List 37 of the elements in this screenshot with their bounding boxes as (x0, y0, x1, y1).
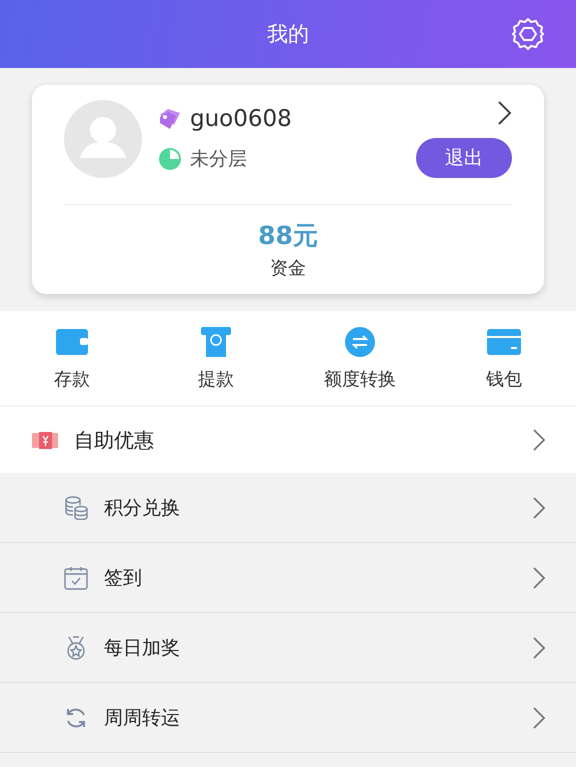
logout-button[interactable]: 退出 (416, 138, 512, 178)
refresh-icon (64, 706, 88, 730)
balance-label: 资金 (270, 257, 306, 280)
menu-label: 自助优惠 (74, 426, 155, 454)
submenu-item[interactable]: 积分兑换 (0, 473, 576, 543)
quick-action-button[interactable]: 存款 (0, 327, 144, 391)
card-icon (487, 327, 521, 357)
calendar-check-icon (64, 566, 88, 590)
pie-chart-icon (158, 147, 182, 171)
quick-action-button[interactable]: 钱包 (432, 327, 576, 391)
coupon-icon (32, 430, 58, 450)
settings-icon[interactable] (510, 16, 546, 52)
swap-icon (345, 327, 375, 357)
chevron-right-icon (532, 496, 546, 520)
chevron-right-icon (532, 566, 546, 590)
chevron-right-icon[interactable] (496, 100, 512, 126)
chevron-right-icon (532, 428, 546, 452)
submenu-item[interactable]: 周周转运 (0, 683, 576, 753)
submenu-label: 积分兑换 (104, 496, 181, 520)
chevron-right-icon (532, 706, 546, 730)
submenu-label: 签到 (104, 566, 143, 590)
wallet-icon (56, 327, 88, 357)
balance-amount: 88元 (258, 220, 318, 252)
tier-label: 未分层 (190, 147, 247, 172)
username: guo0608 (190, 106, 292, 132)
coins-icon (64, 496, 88, 520)
menu-item[interactable]: 自助优惠 (0, 407, 576, 473)
page-title: 我的 (267, 21, 309, 48)
cash-slot-icon (201, 327, 231, 357)
submenu-label: 每日加奖 (104, 636, 181, 660)
quick-action-button[interactable]: 提款 (144, 327, 288, 391)
chevron-right-icon (532, 636, 546, 660)
quick-action-button[interactable]: 额度转换 (288, 327, 432, 391)
tag-icon (158, 107, 182, 131)
submenu-item[interactable]: 签到 (0, 543, 576, 613)
submenu-item[interactable]: 每日加奖 (0, 613, 576, 683)
submenu-label: 周周转运 (104, 706, 181, 730)
